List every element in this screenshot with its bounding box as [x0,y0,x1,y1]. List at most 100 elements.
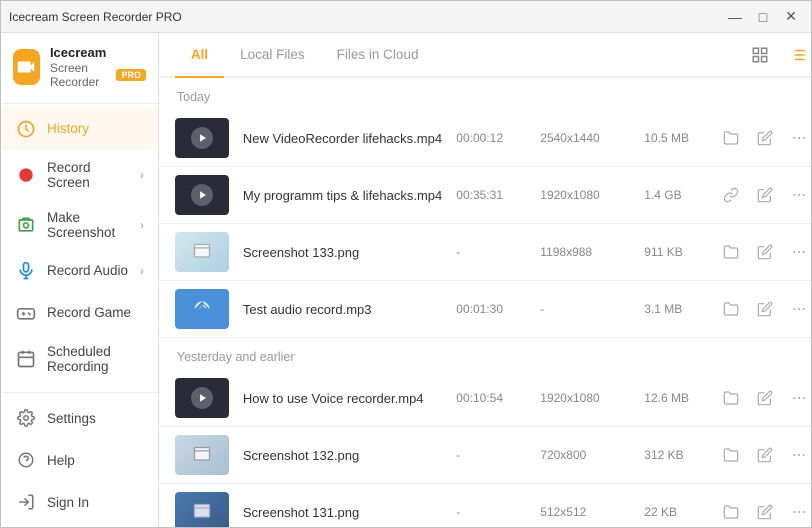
sidebar-label-make-screenshot: Make Screenshot [47,210,130,240]
content-area: Today New VideoRecorder lifehacks.mp4 00… [159,78,811,527]
main-content: All Local Files Files in Cloud Today [159,33,811,527]
minimize-button[interactable]: — [723,8,747,26]
tab-local-files[interactable]: Local Files [224,33,321,78]
folder-button-3[interactable] [718,239,744,265]
record-meta-7: - 512x512 22 KB [456,505,704,519]
thumbnail-video-2 [175,175,229,215]
list-view-button[interactable] [784,41,811,69]
title-bar-title: Icecream Screen Recorder PRO [9,10,182,24]
record-info-1: New VideoRecorder lifehacks.mp4 [243,131,442,146]
table-row[interactable]: Screenshot 133.png - 1198x988 911 KB [159,224,811,281]
sidebar-item-scheduled-recording[interactable]: Scheduled Recording [1,334,158,384]
record-info-4: Test audio record.mp3 [243,302,442,317]
link-button-2[interactable] [718,182,744,208]
edit-button-1[interactable] [752,125,778,151]
duration-1: 00:00:12 [456,131,516,145]
play-icon [191,127,213,149]
edit-button-4[interactable] [752,296,778,322]
logo-inner: Icecream Screen Recorder PRO [13,45,146,89]
duration-7: - [456,505,516,519]
thumbnail-screenshot-3 [175,232,229,272]
more-button-5[interactable] [786,385,811,411]
sidebar-item-sign-in[interactable]: Sign In [1,481,158,523]
more-button-6[interactable] [786,442,811,468]
more-button-3[interactable] [786,239,811,265]
tab-all[interactable]: All [175,33,224,78]
record-info-3: Screenshot 133.png [243,245,442,260]
size-6: 312 KB [644,448,704,462]
record-screen-icon [15,164,37,186]
close-button[interactable]: ✕ [779,8,803,26]
folder-button-4[interactable] [718,296,744,322]
table-row[interactable]: Test audio record.mp3 00:01:30 - 3.1 MB [159,281,811,338]
thumbnail-video-5 [175,378,229,418]
scheduled-icon [15,348,37,370]
more-button-4[interactable] [786,296,811,322]
record-meta-5: 00:10:54 1920x1080 12.6 MB [456,391,704,405]
sign-in-icon [15,491,37,513]
record-actions-6 [718,442,811,468]
table-row[interactable]: How to use Voice recorder.mp4 00:10:54 1… [159,370,811,427]
more-button-7[interactable] [786,499,811,525]
record-name-2: My programm tips & lifehacks.mp4 [243,188,442,203]
record-actions-5 [718,385,811,411]
more-button-2[interactable] [786,182,811,208]
sidebar-item-settings[interactable]: Settings [1,397,158,439]
edit-button-7[interactable] [752,499,778,525]
sidebar-item-help[interactable]: Help [1,439,158,481]
size-5: 12.6 MB [644,391,704,405]
tab-files-in-cloud[interactable]: Files in Cloud [321,33,435,78]
title-bar-left: Icecream Screen Recorder PRO [9,10,182,24]
edit-button-5[interactable] [752,385,778,411]
section-yesterday: Yesterday and earlier [159,338,811,370]
logo-title: Icecream [50,45,106,61]
folder-button-7[interactable] [718,499,744,525]
record-name-5: How to use Voice recorder.mp4 [243,391,442,406]
sidebar-label-record-audio: Record Audio [47,263,128,278]
sidebar-item-make-screenshot[interactable]: Make Screenshot › [1,200,158,250]
audio-icon [15,260,37,282]
thumbnail-video-1 [175,118,229,158]
table-row[interactable]: New VideoRecorder lifehacks.mp4 00:00:12… [159,110,811,167]
chevron-right-icon-2: › [140,218,144,232]
sidebar-item-record-screen[interactable]: Record Screen › [1,150,158,200]
sidebar-label-sign-in: Sign In [47,495,89,510]
table-row[interactable]: Screenshot 132.png - 720x800 312 KB [159,427,811,484]
grid-view-button[interactable] [746,41,774,69]
resolution-1: 2540x1440 [540,131,620,145]
game-icon [15,302,37,324]
folder-button-6[interactable] [718,442,744,468]
record-actions-4 [718,296,811,322]
record-actions-3 [718,239,811,265]
sidebar-item-record-game[interactable]: Record Game [1,292,158,334]
sidebar-label-settings: Settings [47,411,96,426]
sidebar-label-history: History [47,121,89,136]
sidebar-item-record-audio[interactable]: Record Audio › [1,250,158,292]
record-name-7: Screenshot 131.png [243,505,442,520]
edit-button-2[interactable] [752,182,778,208]
record-meta-1: 00:00:12 2540x1440 10.5 MB [456,131,704,145]
folder-button-1[interactable] [718,125,744,151]
sidebar-item-history[interactable]: History [1,108,158,150]
edit-button-6[interactable] [752,442,778,468]
record-meta-6: - 720x800 312 KB [456,448,704,462]
section-today: Today [159,78,811,110]
record-name-4: Test audio record.mp3 [243,302,442,317]
title-bar-controls: — □ ✕ [723,8,803,26]
edit-button-3[interactable] [752,239,778,265]
nav-items: History Record Screen › Make Screenshot [1,104,158,392]
logo-area: Icecream Screen Recorder PRO [1,33,158,104]
resolution-6: 720x800 [540,448,620,462]
more-button-1[interactable] [786,125,811,151]
resolution-3: 1198x988 [540,245,620,259]
record-actions-1 [718,125,811,151]
maximize-button[interactable]: □ [751,8,775,26]
record-name-6: Screenshot 132.png [243,448,442,463]
table-row[interactable]: Screenshot 131.png - 512x512 22 KB [159,484,811,527]
table-row[interactable]: My programm tips & lifehacks.mp4 00:35:3… [159,167,811,224]
record-name-1: New VideoRecorder lifehacks.mp4 [243,131,442,146]
folder-button-5[interactable] [718,385,744,411]
sidebar-label-record-screen: Record Screen [47,160,130,190]
tabs-bar: All Local Files Files in Cloud [159,33,811,78]
logo-subtitle: Screen Recorder [50,61,108,89]
